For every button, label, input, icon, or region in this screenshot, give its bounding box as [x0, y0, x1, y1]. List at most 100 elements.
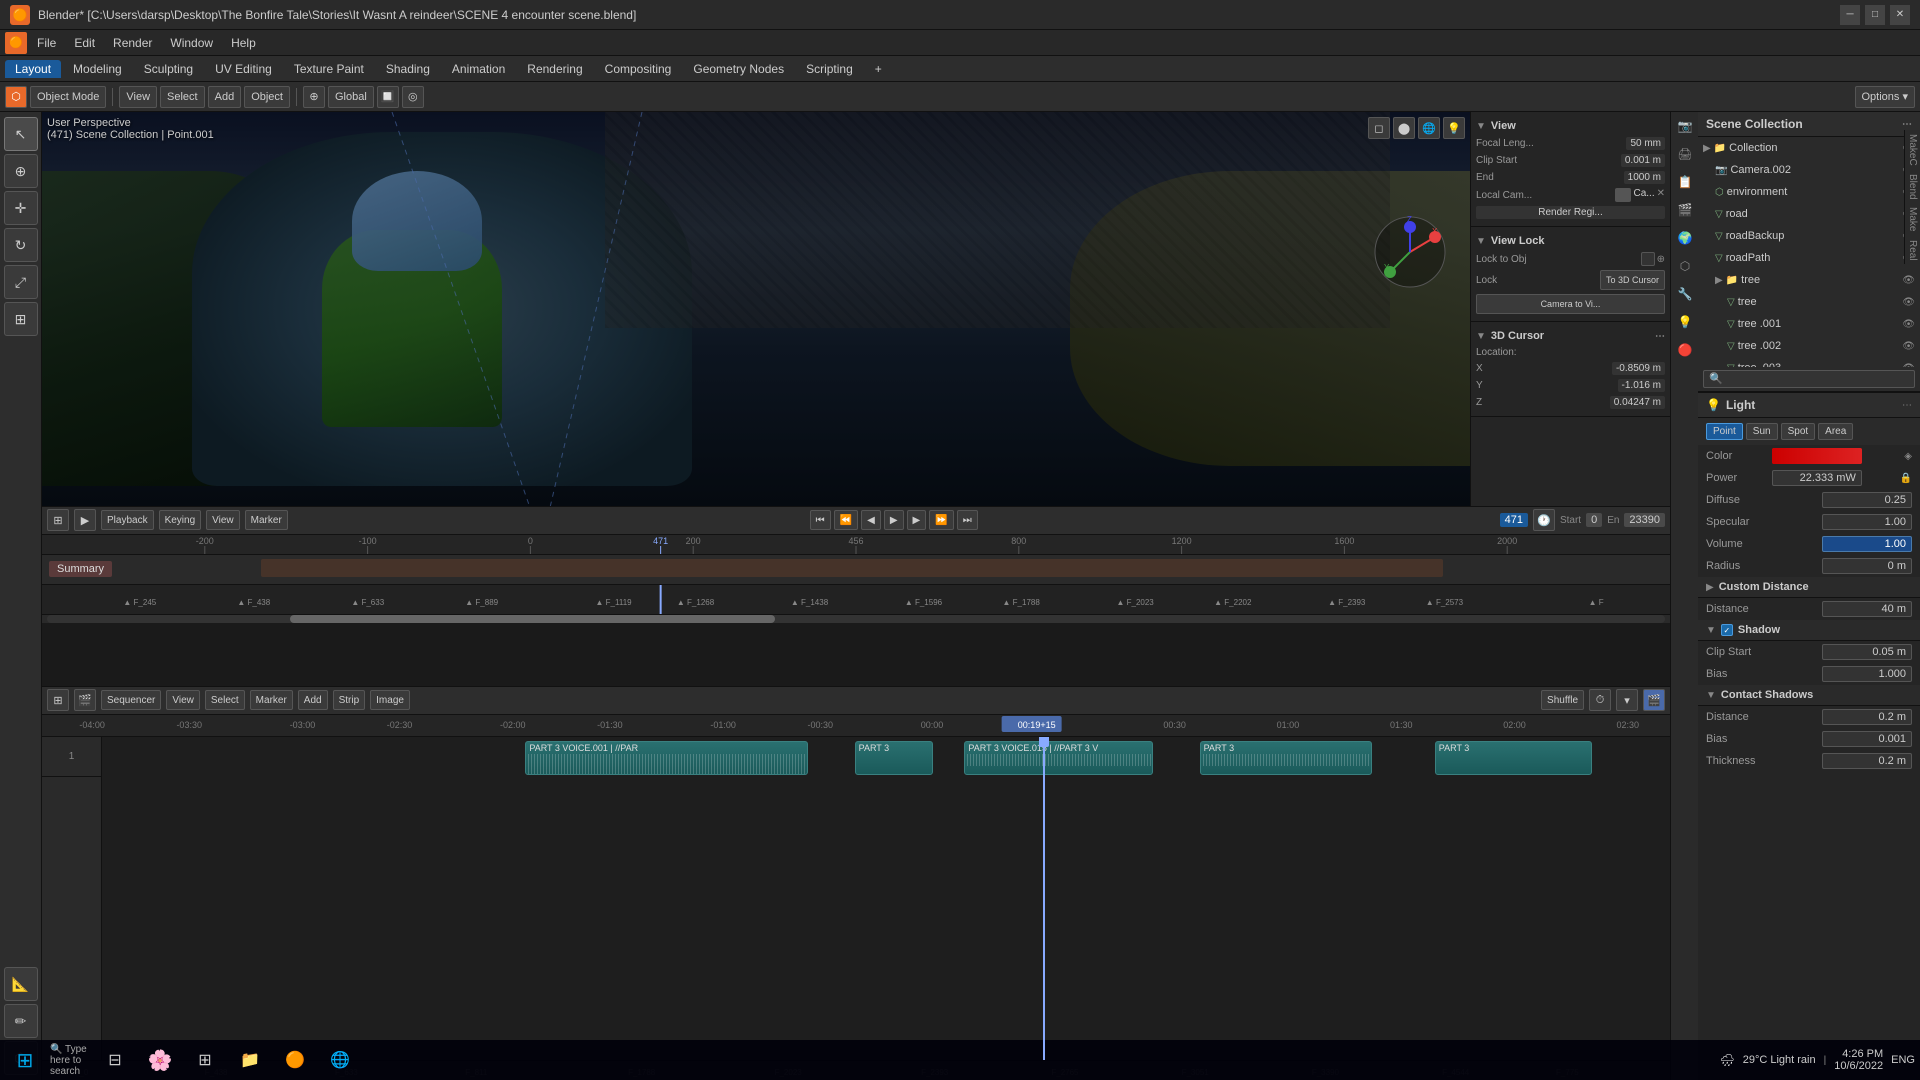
y-value[interactable]: -1.016 m: [1618, 379, 1665, 392]
seq-mode-icon[interactable]: 🎬: [74, 689, 96, 711]
collection-item-camera[interactable]: 📷 Camera.002 👁: [1710, 159, 1920, 181]
seq-select-button[interactable]: Select: [205, 690, 245, 710]
object-mode-dropdown[interactable]: Object Mode: [30, 86, 106, 108]
prop-icon-modifier[interactable]: 🔧: [1671, 280, 1699, 308]
prop-icon-world[interactable]: 🌍: [1671, 224, 1699, 252]
x-value[interactable]: -0.8509 m: [1612, 362, 1665, 375]
tab-sculpting[interactable]: Sculpting: [134, 60, 203, 78]
seq-view-button[interactable]: View: [166, 690, 200, 710]
viewport-gizmo[interactable]: X Y Z: [1370, 212, 1450, 292]
collection-item-tree002[interactable]: ▽ tree .002 👁: [1722, 335, 1920, 357]
cursor-tool[interactable]: ⊕: [4, 154, 38, 188]
collection-item-tree001[interactable]: ▽ tree .001 👁: [1722, 313, 1920, 335]
rotate-tool[interactable]: ↻: [4, 228, 38, 262]
tl-mode-icon[interactable]: ▶: [74, 509, 96, 531]
prev-keyframe-button[interactable]: ⏪: [834, 510, 858, 530]
transform-tool[interactable]: ⊞: [4, 302, 38, 336]
collection-item-tree-collection[interactable]: ▶ 📁 tree 👁: [1710, 269, 1920, 291]
seq-marker-button[interactable]: Marker: [250, 690, 293, 710]
tab-geometry-nodes[interactable]: Geometry Nodes: [683, 60, 794, 78]
collection-item-root[interactable]: ▶ 📁 Collection 👁: [1698, 137, 1920, 159]
maximize-button[interactable]: □: [1865, 5, 1885, 25]
collection-item-roadbackup[interactable]: ▽ roadBackup 👁: [1710, 225, 1920, 247]
seq-add-button[interactable]: Add: [298, 690, 328, 710]
select-tool[interactable]: ↖: [4, 117, 38, 151]
minimize-button[interactable]: ─: [1840, 5, 1860, 25]
taskbar-task-view[interactable]: ⊟: [95, 1042, 135, 1078]
prop-icon-render[interactable]: 📷: [1671, 112, 1699, 140]
seq-sync-icon[interactable]: ⏱: [1589, 689, 1611, 711]
start-frame[interactable]: 0: [1586, 513, 1602, 527]
seq-editor-icon[interactable]: ⊞: [47, 689, 69, 711]
menu-render[interactable]: Render: [105, 34, 160, 52]
tl-view-button[interactable]: View: [206, 510, 240, 530]
annotate-tool[interactable]: ✏: [4, 1004, 38, 1038]
seq-strip-button[interactable]: Strip: [333, 690, 366, 710]
taskbar-app-widget[interactable]: ⊞: [185, 1042, 225, 1078]
play-button[interactable]: ▶: [884, 510, 904, 530]
tree-collection-eye[interactable]: 👁: [1902, 275, 1915, 286]
cs-thickness-field[interactable]: [1822, 753, 1912, 769]
menu-file[interactable]: File: [29, 34, 64, 52]
tl-editor-icon[interactable]: ⊞: [47, 509, 69, 531]
tree002-eye[interactable]: 👁: [1902, 341, 1915, 352]
tab-compositing[interactable]: Compositing: [595, 60, 682, 78]
view-section-header[interactable]: ▼ View: [1476, 117, 1665, 135]
global-dropdown[interactable]: Global: [328, 86, 374, 108]
contact-shadows-section[interactable]: ▼ Contact Shadows: [1698, 685, 1920, 706]
current-frame-display[interactable]: 471: [1500, 513, 1528, 527]
seq-clip-4[interactable]: PART 3: [1200, 741, 1372, 775]
light-type-area[interactable]: Area: [1818, 423, 1853, 440]
tl-marker-button[interactable]: Marker: [245, 510, 288, 530]
light-type-sun[interactable]: Sun: [1746, 423, 1778, 440]
close-button[interactable]: ✕: [1890, 5, 1910, 25]
prop-icon-scene[interactable]: 🎬: [1671, 196, 1699, 224]
z-value[interactable]: 0.04247 m: [1610, 396, 1665, 409]
next-keyframe-button[interactable]: ⏩: [929, 510, 953, 530]
lock-to-3d-cursor-button[interactable]: To 3D Cursor: [1600, 270, 1665, 290]
move-tool[interactable]: ✛: [4, 191, 38, 225]
tab-shading[interactable]: Shading: [376, 60, 440, 78]
prop-icon-output[interactable]: 🖨: [1671, 140, 1699, 168]
cursor-3d-header[interactable]: ▼ 3D Cursor ⋯: [1476, 327, 1665, 345]
tab-add-workspace[interactable]: +: [865, 60, 892, 78]
light-type-spot[interactable]: Spot: [1781, 423, 1816, 440]
timeline-scrollbar[interactable]: [42, 615, 1670, 623]
timeline-scrollbar-track[interactable]: [47, 615, 1665, 623]
render-region-button[interactable]: Render Regi...: [1476, 206, 1665, 219]
add-menu[interactable]: Add: [208, 86, 242, 108]
prop-icon-view-layer[interactable]: 📋: [1671, 168, 1699, 196]
snap-icon[interactable]: 🔲: [377, 86, 399, 108]
end-frame[interactable]: 23390: [1624, 513, 1665, 527]
scale-tool[interactable]: ⤢: [4, 265, 38, 299]
proportional-edit-icon[interactable]: ◎: [402, 86, 424, 108]
taskbar-app-blender[interactable]: 🟠: [275, 1042, 315, 1078]
light-type-point[interactable]: Point: [1706, 423, 1743, 440]
light-options-icon[interactable]: ⋯: [1902, 400, 1912, 411]
tab-modeling[interactable]: Modeling: [63, 60, 132, 78]
taskbar-search[interactable]: 🔍 Type here to search: [50, 1042, 90, 1078]
cam-close-icon[interactable]: ✕: [1657, 188, 1665, 202]
mode-icon[interactable]: ⬡: [5, 86, 27, 108]
taskbar-app-chrome[interactable]: 🌐: [320, 1042, 360, 1078]
viewport-shading-render[interactable]: 💡: [1443, 117, 1465, 139]
blender-menu-icon[interactable]: 🟠: [5, 32, 27, 54]
cam-color-swatch[interactable]: [1615, 188, 1631, 202]
collection-item-environment[interactable]: ⬡ environment 👁: [1710, 181, 1920, 203]
lock-picker-icon[interactable]: ⊕: [1657, 254, 1665, 265]
seq-clip-5[interactable]: PART 3: [1435, 741, 1592, 775]
shadow-section[interactable]: ▼ ✓ Shadow: [1698, 620, 1920, 641]
power-field[interactable]: [1772, 470, 1862, 486]
collection-search-input[interactable]: [1703, 370, 1915, 388]
prop-icon-material[interactable]: 🔴: [1671, 336, 1699, 364]
seq-settings-icon[interactable]: ▾: [1616, 689, 1638, 711]
seq-clip-1[interactable]: PART 3 VOICE.001 | //PAR: [525, 741, 807, 775]
search-box[interactable]: 🔍 Type here to search: [50, 1044, 90, 1077]
diffuse-field[interactable]: [1822, 492, 1912, 508]
shuffle-button[interactable]: Shuffle: [1541, 690, 1584, 710]
title-bar-controls[interactable]: ─ □ ✕: [1840, 5, 1910, 25]
view-lock-header[interactable]: ▼ View Lock: [1476, 232, 1665, 250]
end-value[interactable]: 1000 m: [1624, 171, 1665, 184]
viewport-shading-material[interactable]: 🌐: [1418, 117, 1440, 139]
camera-to-vi-button[interactable]: Camera to Vi...: [1476, 294, 1665, 314]
